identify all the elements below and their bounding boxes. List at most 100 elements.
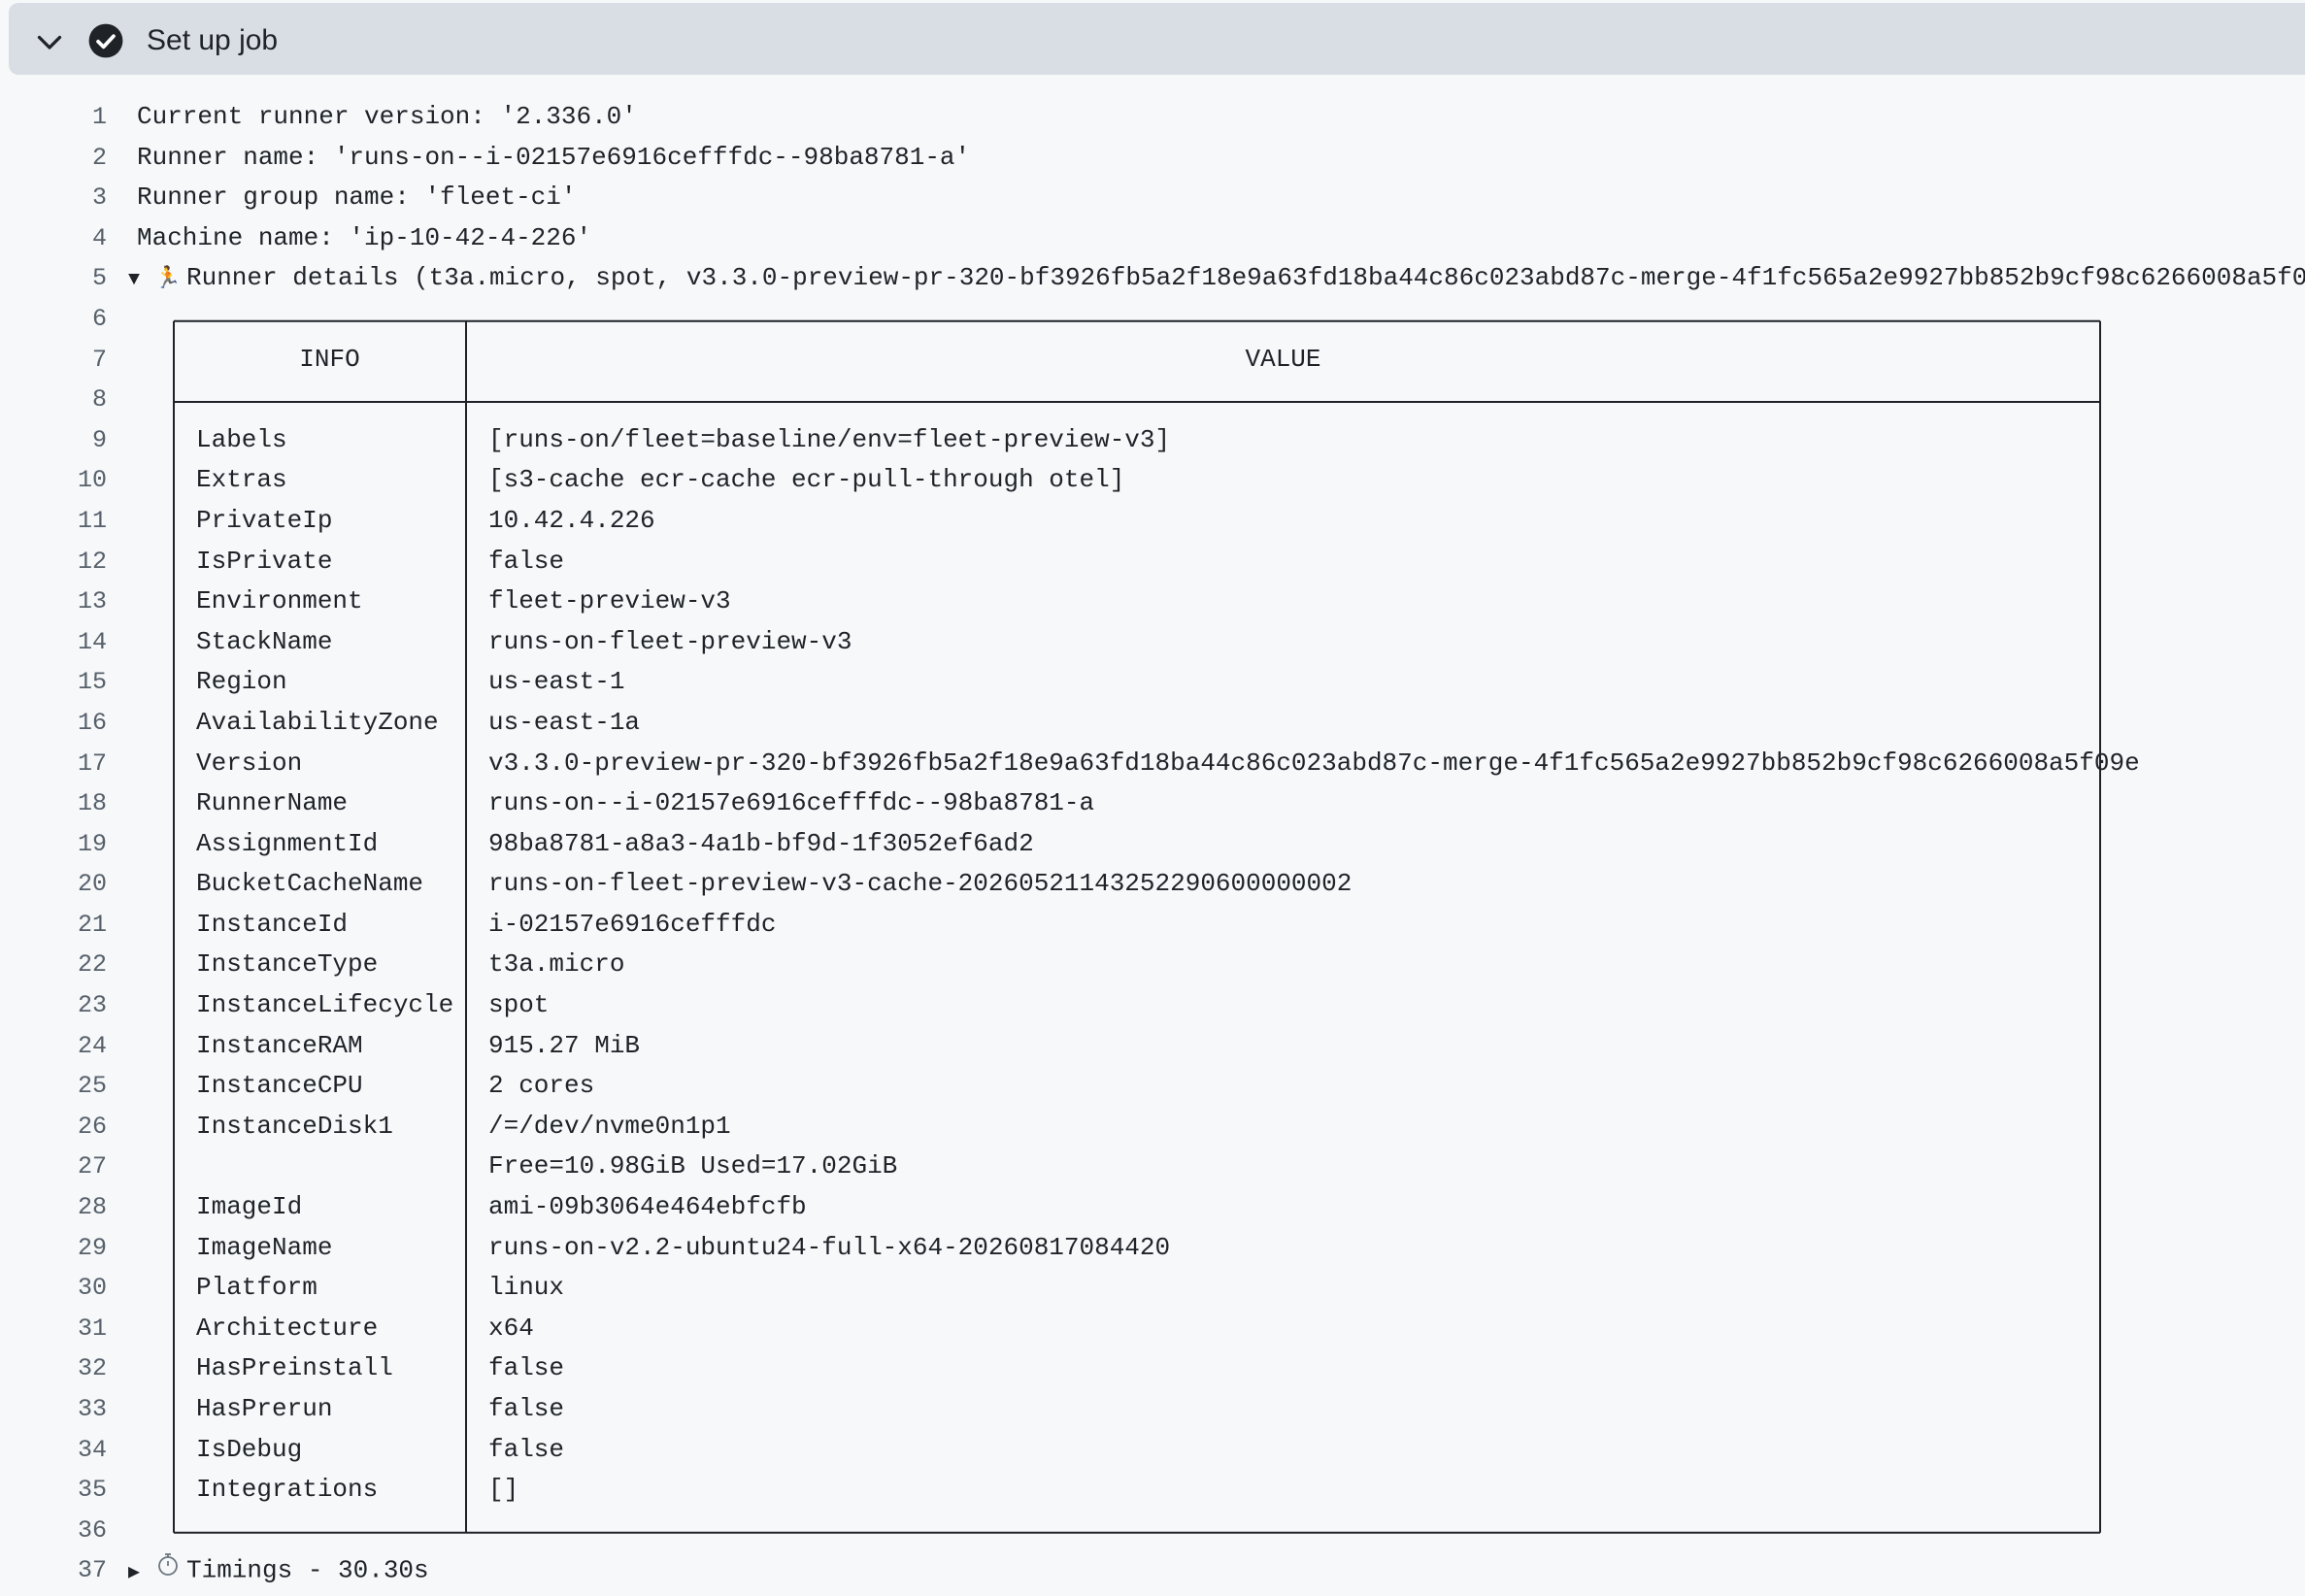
table-row: 17 Version v3.3.0-preview-pr-320-bf3926fb5… — [0, 744, 2305, 784]
triangle-down-icon: ▼ — [128, 269, 141, 292]
table-row: 18 RunnerName runs-on--i-02157e6916cefffdc… — [0, 783, 2305, 824]
line-number[interactable]: 26 — [0, 1107, 107, 1147]
table-row: 14 StackName runs-on-fleet-preview-v3 — [0, 622, 2305, 663]
table-cell-value: runs-on--i-02157e6916cefffdc--98ba8781-a — [488, 788, 1095, 818]
step-title: Set up job — [147, 24, 279, 56]
table-row: 9 Labels [runs-on/fleet=baseline/env=fleet… — [0, 420, 2305, 461]
line-number[interactable]: 33 — [0, 1389, 107, 1430]
line-number[interactable]: 12 — [0, 542, 107, 582]
table-row: 24 InstanceRAM 915.27 MiB — [0, 1026, 2305, 1067]
chevron-down-icon[interactable] — [32, 24, 67, 59]
log-line: 4 Machine name: 'ip-10-42-4-226' — [0, 218, 2305, 259]
line-number[interactable]: 20 — [0, 864, 107, 905]
table-cell-info: InstanceId — [196, 909, 349, 939]
table-row: 10 Extras [s3-cache ecr-cache ecr-pull-thr… — [0, 460, 2305, 501]
line-number[interactable]: 1 — [0, 97, 107, 138]
line-number[interactable]: 7 — [0, 340, 107, 381]
line-number[interactable]: 25 — [0, 1066, 107, 1107]
table-row: 22 InstanceType t3a.micro — [0, 945, 2305, 985]
table-cell-value: false — [488, 1353, 565, 1383]
line-number[interactable]: 2 — [0, 138, 107, 179]
table-cell-value: 2 cores — [488, 1071, 595, 1101]
line-number[interactable]: 16 — [0, 703, 107, 744]
line-number[interactable]: 4 — [0, 218, 107, 259]
line-number[interactable]: 14 — [0, 622, 107, 663]
line-number[interactable]: 5 — [0, 258, 107, 299]
table-cell-info: Version — [196, 748, 303, 778]
line-number[interactable]: 35 — [0, 1470, 107, 1511]
table-cell-info: Extras — [196, 465, 287, 495]
table-cell-value: runs-on-fleet-preview-v3 — [488, 626, 852, 656]
line-number[interactable]: 17 — [0, 744, 107, 784]
table-cell-info: Platform — [196, 1273, 317, 1303]
table-cell-value: fleet-preview-v3 — [488, 586, 731, 616]
table-cell-value: x64 — [488, 1313, 534, 1343]
table-row: 27 Free=10.98GiB Used=17.02GiB — [0, 1147, 2305, 1187]
table-border-separator: 8 — [0, 380, 2305, 420]
line-number[interactable]: 28 — [0, 1187, 107, 1228]
log-line-text: Current runner version: '2.336.0' — [137, 102, 637, 131]
line-number[interactable]: 24 — [0, 1026, 107, 1067]
table-cell-info: ImageId — [196, 1192, 303, 1222]
line-number[interactable]: 19 — [0, 824, 107, 865]
line-number[interactable]: 34 — [0, 1430, 107, 1471]
table-cell-info: InstanceLifecycle — [196, 990, 454, 1020]
line-number[interactable]: 9 — [0, 420, 107, 461]
table-cell-info: HasPreinstall — [196, 1353, 393, 1383]
table-cell-info: ImageName — [196, 1232, 333, 1262]
line-number[interactable]: 29 — [0, 1228, 107, 1269]
line-number[interactable]: 13 — [0, 582, 107, 622]
line-number[interactable]: 32 — [0, 1348, 107, 1389]
line-number[interactable]: 23 — [0, 985, 107, 1026]
table-cell-value: us-east-1a — [488, 707, 641, 737]
line-number[interactable]: 10 — [0, 460, 107, 501]
line-number[interactable]: 36 — [0, 1511, 107, 1551]
line-number[interactable]: 27 — [0, 1147, 107, 1187]
table-row: 25 InstanceCPU 2 cores — [0, 1066, 2305, 1107]
runner-details-toggle[interactable]: ▼ 🏃 Runner details (t3a.micro, spot, v3.3.… — [128, 258, 2305, 301]
log-line: 1 Current runner version: '2.336.0' — [0, 97, 2305, 138]
line-number[interactable]: 31 — [0, 1309, 107, 1349]
check-circle-icon — [88, 23, 123, 58]
table-cell-value: us-east-1 — [488, 667, 625, 697]
table-cell-info: BucketCacheName — [196, 869, 424, 899]
line-number[interactable]: 21 — [0, 905, 107, 946]
line-number[interactable]: 30 — [0, 1268, 107, 1309]
table-cell-value: t3a.micro — [488, 949, 625, 980]
table-cell-info: PrivateIp — [196, 505, 333, 535]
table-row: 34 IsDebug false — [0, 1430, 2305, 1471]
table-cell-value: spot — [488, 990, 550, 1020]
table-row: 15 Region us-east-1 — [0, 662, 2305, 703]
table-cell-value: 98ba8781-a8a3-4a1b-bf9d-1f3052ef6ad2 — [488, 828, 1034, 858]
line-number[interactable]: 3 — [0, 178, 107, 218]
triangle-right-icon: ▶ — [128, 1562, 141, 1585]
timings-label: Timings - 30.30s — [186, 1556, 429, 1586]
table-cell-info: InstanceCPU — [196, 1071, 363, 1101]
table-cell-value: linux — [488, 1273, 565, 1303]
line-number[interactable]: 15 — [0, 662, 107, 703]
line-number[interactable]: 11 — [0, 501, 107, 542]
step-header[interactable]: Set up job — [9, 3, 2305, 75]
table-cell-info: Labels — [196, 424, 287, 454]
table-row: 16 AvailabilityZone us-east-1a — [0, 703, 2305, 744]
line-number[interactable]: 6 — [0, 299, 107, 340]
log-line-text: Runner group name: 'fleet-ci' — [137, 183, 577, 213]
table-cell-info: InstanceType — [196, 949, 379, 980]
line-number[interactable]: 22 — [0, 945, 107, 985]
line-number[interactable]: 18 — [0, 783, 107, 824]
line-number[interactable]: 37 — [0, 1550, 107, 1591]
line-number[interactable]: 8 — [0, 380, 107, 420]
table-cell-value: [s3-cache ecr-cache ecr-pull-through ote… — [488, 465, 1125, 495]
table-cell-value: /=/dev/nvme0n1p1 — [488, 1111, 731, 1141]
table-cell-value: 915.27 MiB — [488, 1030, 641, 1060]
timings-toggle[interactable]: ▶ Timings - 30.30s — [128, 1550, 429, 1593]
log-line-text: Machine name: 'ip-10-42-4-226' — [137, 222, 592, 252]
table-row: 19 AssignmentId 98ba8781-a8a3-4a1b-bf9d-1f… — [0, 824, 2305, 865]
table-cell-info: IsPrivate — [196, 546, 333, 576]
table-cell-info: Region — [196, 667, 287, 697]
table-cell-info: Environment — [196, 586, 363, 616]
table-cell-value: Free=10.98GiB Used=17.02GiB — [488, 1151, 898, 1181]
table-header-value: VALUE — [1245, 344, 1321, 374]
log-line-text: Runner name: 'runs-on--i-02157e6916cefff… — [137, 142, 971, 172]
table-cell-info: HasPrerun — [196, 1394, 333, 1423]
